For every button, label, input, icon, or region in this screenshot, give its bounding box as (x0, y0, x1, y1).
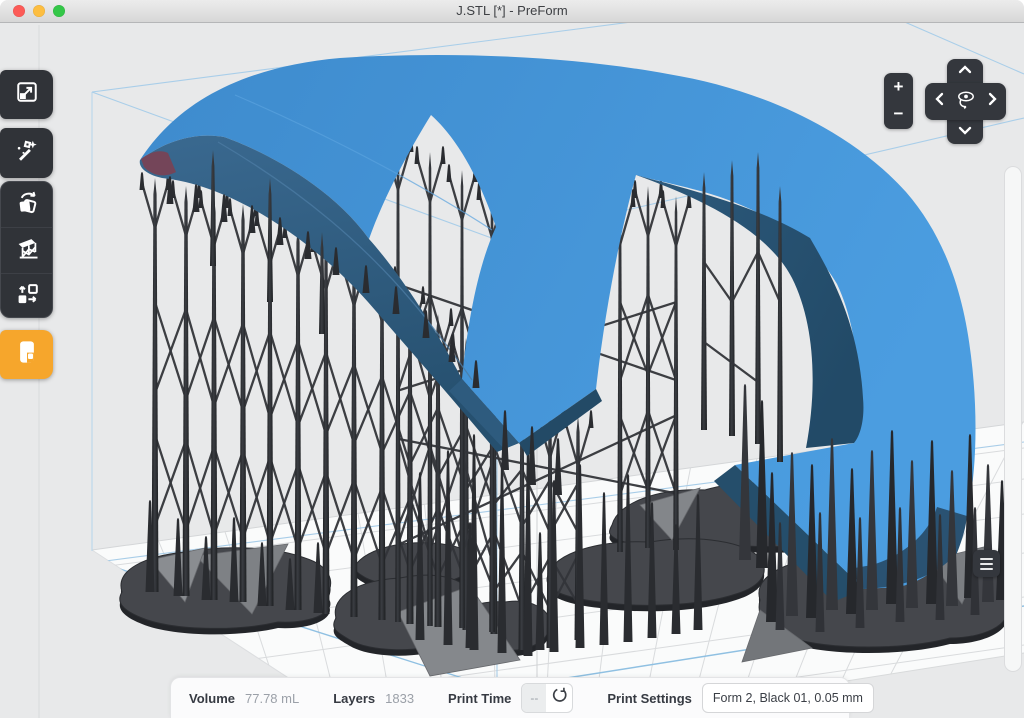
supports-tool-button[interactable] (1, 227, 52, 273)
chevron-down-icon (957, 123, 973, 141)
reset-view-button[interactable] (951, 87, 979, 115)
cartridge-icon (12, 337, 42, 372)
layout-tool-button[interactable] (1, 273, 52, 319)
status-bar: Volume 77.78 mL Layers 1833 Print Time -… (170, 677, 850, 718)
titlebar: J.STL [*] - PreForm (0, 0, 1024, 23)
layers-label: Layers (333, 691, 375, 706)
print-time-group: Print Time -- (448, 683, 573, 713)
rotate-up-button[interactable] (951, 57, 979, 85)
window-title: J.STL [*] - PreForm (0, 3, 1024, 18)
layers-value: 1833 (385, 691, 414, 706)
one-click-print-button[interactable] (0, 128, 53, 178)
chevron-up-icon (957, 62, 973, 80)
zoom-control: + − (884, 73, 913, 129)
orientation-tool-button[interactable] (1, 182, 52, 227)
print-time-label: Print Time (448, 691, 511, 706)
layer-slider-track[interactable] (1004, 166, 1022, 672)
view-rotate-icon (952, 86, 978, 117)
tool-group (0, 181, 53, 318)
chevron-left-icon (934, 91, 945, 112)
print-time-value: -- (522, 684, 546, 712)
volume-group: Volume 77.78 mL (189, 691, 299, 706)
print-time-box: -- (521, 683, 573, 713)
magic-wand-icon (13, 137, 41, 170)
rotate-left-button[interactable] (925, 87, 953, 115)
volume-value: 77.78 mL (245, 691, 299, 706)
print-settings-label: Print Settings (607, 691, 692, 706)
rotate-right-button[interactable] (978, 87, 1006, 115)
drag-handle-icon (980, 558, 993, 560)
layout-icon (13, 280, 41, 313)
layers-group: Layers 1833 (333, 691, 414, 706)
print-settings-dropdown[interactable]: Form 2, Black 01, 0.05 mm (702, 683, 874, 713)
viewport-3d[interactable] (0, 22, 1024, 718)
zoom-in-button[interactable]: + (884, 73, 913, 101)
preform-window: J.STL [*] - PreForm (0, 0, 1024, 718)
refresh-print-time-button[interactable] (546, 684, 572, 712)
zoom-out-button[interactable]: − (884, 100, 913, 128)
scale-icon (13, 78, 41, 111)
view-navigation-pad (925, 59, 1006, 144)
rotate-down-button[interactable] (951, 118, 979, 146)
scale-tool-button[interactable] (0, 70, 53, 119)
supports-icon (13, 234, 41, 267)
chevron-right-icon (987, 91, 998, 112)
layer-slider-handle[interactable] (973, 550, 1000, 577)
rotate-part-icon (13, 188, 41, 221)
print-job-button[interactable] (0, 330, 53, 379)
volume-label: Volume (189, 691, 235, 706)
refresh-icon (551, 687, 568, 709)
print-settings-group: Print Settings Form 2, Black 01, 0.05 mm (607, 683, 874, 713)
